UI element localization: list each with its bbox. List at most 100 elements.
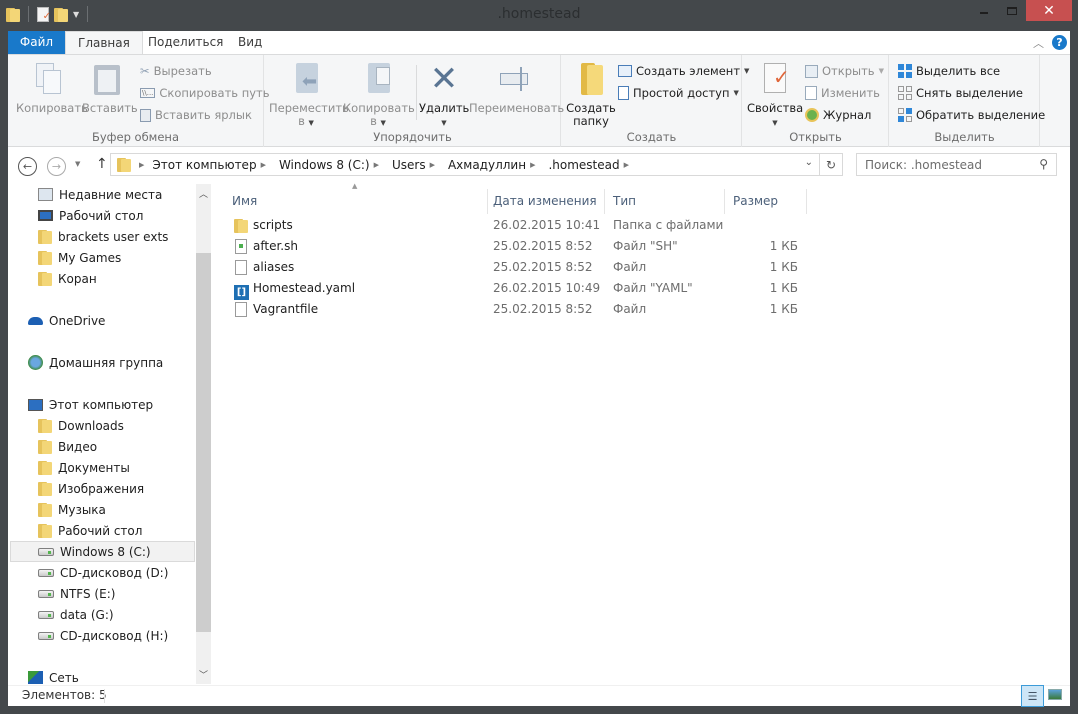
select-none-button[interactable]: Снять выделение [898, 86, 1023, 100]
drive-icon [38, 547, 54, 556]
minimize-button[interactable] [970, 0, 998, 21]
delete-button[interactable]: ✕ Удалить ▼ [419, 61, 469, 130]
breadcrumb-item[interactable]: Users ▶ [392, 158, 443, 172]
minimize-ribbon-icon[interactable]: ︿ [1033, 35, 1044, 51]
move-to-button[interactable]: ⬅ Переместить в ▼ [269, 61, 349, 130]
copy-button[interactable]: Копировать [16, 61, 88, 115]
file-date: 25.02.2015 8:52 [493, 302, 593, 316]
close-button[interactable]: ✕ [1026, 0, 1072, 21]
address-bar[interactable]: ▶ Этот компьютер ▶ Windows 8 (C:) ▶ Users ▶… [110, 153, 820, 176]
nav-item-recent-places[interactable]: Недавние места [38, 184, 162, 205]
breadcrumb-item[interactable]: Windows 8 (C:) ▶ [279, 158, 387, 172]
nav-item-homegroup[interactable]: Домашняя группа [28, 352, 163, 373]
ribbon: Копировать Вставить ✂ Вырезать \\... Скопи… [8, 54, 1070, 147]
nav-item-downloads[interactable]: Downloads [38, 415, 124, 436]
file-row[interactable]: [] Homestead.yaml 26.02.2015 10:49 Файл … [230, 278, 820, 300]
group-label: Выделить [934, 130, 995, 144]
back-button[interactable]: ← [18, 157, 37, 176]
recent-locations-chevron-icon[interactable]: ▼ [75, 160, 80, 168]
help-icon[interactable]: ? [1052, 35, 1067, 50]
nav-item-drive-c[interactable]: Windows 8 (C:) [10, 541, 195, 562]
nav-item-desktop-pc[interactable]: Рабочий стол [38, 520, 142, 541]
nav-item-music[interactable]: Музыка [38, 499, 106, 520]
nav-pane-scrollbar[interactable]: ︿ ﹀ [196, 184, 211, 684]
column-header-name[interactable]: Имя [224, 189, 488, 214]
file-row[interactable]: scripts 26.02.2015 10:41 Папка с файлами [230, 215, 820, 236]
nav-item-this-pc[interactable]: Этот компьютер [28, 394, 153, 415]
search-input[interactable]: Поиск: .homestead ⚲ [856, 153, 1057, 176]
large-icons-view-button[interactable] [1048, 689, 1062, 700]
file-type: Файл [613, 302, 647, 316]
tab-share[interactable]: Поделиться [136, 31, 235, 54]
file-type: Файл "YAML" [613, 281, 693, 295]
file-name: Vagrantfile [253, 302, 319, 316]
column-header-date[interactable]: Дата изменения [485, 189, 605, 214]
file-row[interactable]: after.sh 25.02.2015 8:52 Файл "SH" 1 КБ [230, 236, 820, 257]
new-folder-label-2: папку [573, 114, 609, 128]
nav-item-koran[interactable]: Коран [38, 268, 97, 289]
scrollbar-thumb[interactable] [196, 253, 211, 632]
nav-label: Сеть [49, 670, 79, 685]
address-history-chevron-icon[interactable]: ⌄ [805, 157, 813, 168]
tab-view[interactable]: Вид [226, 31, 274, 54]
refresh-button[interactable]: ↻ [820, 153, 843, 176]
breadcrumb-item[interactable]: .homestead ▶ [548, 158, 637, 172]
file-row[interactable]: Vagrantfile 25.02.2015 8:52 Файл 1 КБ [230, 299, 820, 320]
scroll-down-icon[interactable]: ﹀ [199, 668, 208, 681]
easy-access-icon [618, 86, 629, 100]
edit-button[interactable]: Изменить [805, 86, 880, 100]
edit-icon [805, 86, 817, 100]
select-all-icon [898, 64, 912, 78]
paste-button[interactable]: Вставить [82, 61, 138, 115]
select-all-button[interactable]: Выделить все [898, 64, 1000, 78]
nav-item-drive-e[interactable]: NTFS (E:) [38, 583, 115, 604]
column-header-type[interactable]: Тип [605, 189, 725, 214]
easy-access-button[interactable]: Простой доступ ▼ [618, 86, 739, 100]
breadcrumb-item[interactable]: Ахмадуллин ▶ [448, 158, 544, 172]
cd-drive-icon [38, 631, 54, 640]
column-header-size[interactable]: Размер [725, 189, 807, 214]
separator [416, 65, 417, 120]
nav-item-desktop[interactable]: Рабочий стол [38, 205, 143, 226]
new-folder-label: Создать [566, 101, 616, 115]
rename-button[interactable]: Переименовать [469, 61, 564, 115]
open-button[interactable]: Открыть ▼ [805, 64, 884, 78]
file-row[interactable]: aliases 25.02.2015 8:52 Файл 1 КБ [230, 257, 820, 278]
nav-item-cd-h[interactable]: CD-дисковод (H:) [38, 625, 168, 646]
history-button[interactable]: Журнал [805, 108, 871, 122]
chevron-down-icon: ▼ [733, 89, 739, 97]
network-icon [28, 671, 43, 684]
arrow-right-icon: → [51, 160, 62, 173]
nav-item-drive-g[interactable]: data (G:) [38, 604, 114, 625]
forward-button[interactable]: → [47, 157, 66, 176]
chevron-right-icon: ▶ [623, 160, 630, 169]
nav-item-videos[interactable]: Видео [38, 436, 97, 457]
nav-label: NTFS (E:) [60, 586, 116, 601]
properties-button[interactable]: ✓ Свойства ▼ [747, 61, 803, 130]
new-item-button[interactable]: Создать элемент ▼ [618, 64, 749, 78]
paste-icon [91, 61, 123, 97]
details-view-button[interactable]: ☰ [1021, 685, 1044, 707]
navigation-pane: Недавние места Рабочий стол brackets use… [8, 184, 212, 685]
nav-item-onedrive[interactable]: OneDrive [28, 310, 105, 331]
scroll-up-icon[interactable]: ︿ [199, 187, 208, 200]
chevron-down-icon: ▼ [772, 119, 778, 127]
maximize-button[interactable] [998, 0, 1026, 21]
nav-item-my-games[interactable]: My Games [38, 247, 121, 268]
invert-selection-button[interactable]: Обратить выделение [898, 108, 1045, 122]
nav-item-cd-d[interactable]: CD-дисковод (D:) [38, 562, 168, 583]
nav-item-pictures[interactable]: Изображения [38, 478, 144, 499]
copy-path-button[interactable]: \\... Скопировать путь [140, 86, 270, 100]
group-label: Создать [626, 130, 677, 144]
copy-to-button[interactable]: Копировать в ▼ [343, 61, 415, 130]
tab-file[interactable]: Файл [8, 31, 65, 54]
paste-shortcut-button[interactable]: Вставить ярлык [140, 108, 252, 122]
nav-item-brackets[interactable]: brackets user exts [38, 226, 168, 247]
cut-button[interactable]: ✂ Вырезать [140, 64, 212, 78]
tab-home[interactable]: Главная [65, 31, 143, 55]
up-button[interactable]: ↑ [96, 156, 108, 172]
new-folder-button[interactable]: Создать папку [566, 61, 616, 128]
nav-item-documents[interactable]: Документы [38, 457, 130, 478]
computer-icon [28, 398, 43, 411]
breadcrumb-item[interactable]: Этот компьютер ▶ [152, 158, 274, 172]
